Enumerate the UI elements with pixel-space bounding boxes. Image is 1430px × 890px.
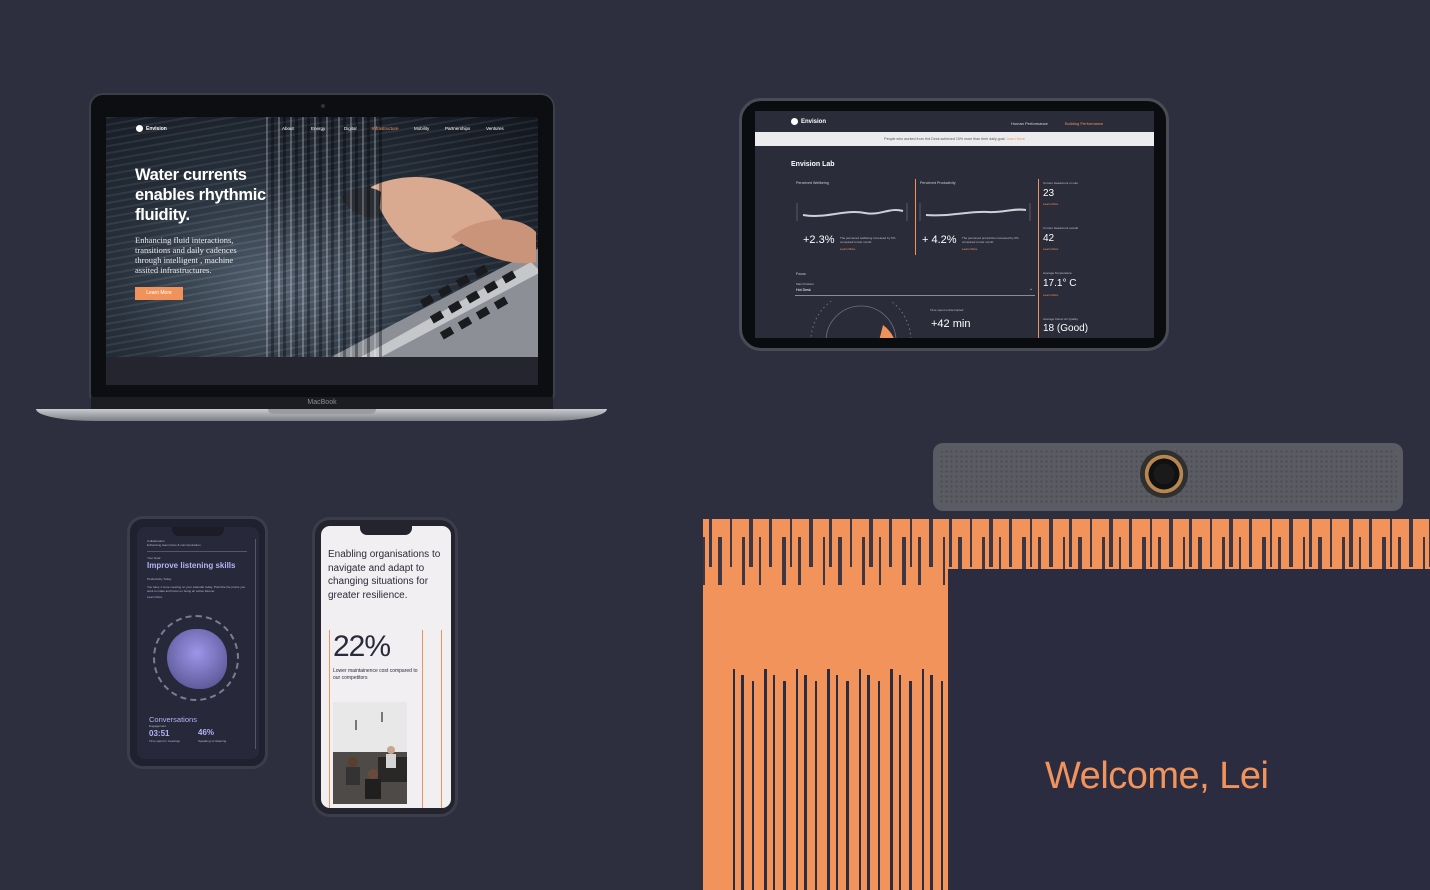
goal-link[interactable]: Learn More [147,595,162,599]
meeting-time-label: Time spent in meetings [149,739,180,743]
focus-dial-chart [810,301,912,338]
wellbeing-sparkline [796,203,908,221]
wellbeing-link[interactable]: Learn More [840,247,855,251]
stat-value: 23 [1043,188,1055,199]
stat-link[interactable]: Learn More [1043,293,1058,297]
learn-more-button[interactable]: Learn More [135,287,183,300]
phone-screen-collaboration: Collaboration Enhancing team focus & com… [137,527,259,759]
stat-label: Average Temperature [1043,271,1072,275]
speaking-percent-label: Speaking vs listening [198,739,227,743]
page-title: Envision Lab [791,161,835,168]
focus-sub-label: Main Position [796,282,815,286]
nav-digital[interactable]: Digital [344,126,357,131]
stat-link[interactable]: Learn More [1043,202,1058,206]
hero-section: Envision About Energy Digital Infrastruc… [106,117,538,357]
office-team-photo [333,702,407,804]
welcome-message: Welcome, Lei [1045,755,1269,797]
engagement-blob [167,629,227,689]
tab-building-performance[interactable]: Building Performance [1065,121,1103,126]
wellbeing-note: The perceived wellbeing increased by 5% … [840,236,896,244]
tablet-logo[interactable]: Envision [791,118,826,125]
productivity-link[interactable]: Learn More [962,247,977,251]
stat-value: 18 (Good) [1043,323,1089,334]
laptop-nav: Envision About Energy Digital Infrastruc… [106,123,538,135]
accent-line [329,630,330,808]
envision-logo[interactable]: Envision [136,125,167,132]
envision-logo-icon [136,125,143,132]
wellbeing-value: +2.3% [803,234,835,246]
time-uninterrupted-label: Time spent uninterrupted [930,308,964,312]
goal-kicker: Your Goal [147,556,161,560]
nav-energy[interactable]: Energy [311,126,325,131]
productivity-label: Perceived Productivity [920,181,956,185]
phone-notch [360,526,412,535]
laptop-hinge-notch [268,409,376,414]
conversations-title: Conversations [149,715,197,724]
divider [915,179,916,255]
accent-line [441,630,442,808]
nav-about[interactable]: About [282,126,294,131]
goal-sub: Productivity Today [147,577,172,581]
stat-percent: 22% [333,630,391,663]
time-uninterrupted-value: +42 min [931,318,971,330]
hero-title: Water currents enables rhythmic fluidity… [135,166,266,224]
goal-title: Improve listening skills [147,561,236,570]
collab-header-sub: Enhancing team focus & communication [147,543,201,547]
nav-mobility[interactable]: Mobility [414,126,429,131]
engagement-label: Engagement [149,724,167,728]
camera-lens-icon [1140,450,1188,498]
stat-link[interactable]: Learn More [1043,247,1058,251]
notification-banner: People who worked from Hot Desk achieved… [755,132,1154,146]
stat-caption: Lower maintainence cost compared to our … [333,668,418,681]
nav-partnerships[interactable]: Partnerships [445,126,470,131]
goal-body: You have 1 more meeting on your calendar… [147,585,246,593]
phone-screen-resilience: Enabling organisations to navigate and a… [321,526,451,808]
envision-logo-icon [791,118,798,125]
tab-human-performance[interactable]: Human Performance [1011,121,1048,126]
select-underline [795,295,1035,296]
banner-link[interactable]: Learn More [1006,137,1024,141]
hero-subtitle: Enhancing fluid interactions, transition… [135,235,237,275]
laptop-screen: Envision About Energy Digital Infrastruc… [106,117,538,385]
divider [1038,179,1039,338]
divider [255,539,256,749]
stat-label: Current Headcount on site [1043,181,1079,185]
stat-value: 42 [1043,233,1055,244]
accent-line [422,630,423,808]
meeting-time: 03:51 [149,729,170,738]
wellbeing-label: Perceived Wellbeing [796,181,829,185]
laptop-brand-label: MacBook [91,397,553,409]
productivity-note: The perceived productive increased by 6%… [962,236,1019,244]
nav-infrastructure[interactable]: Infrastructure [372,126,399,131]
chevron-down-icon[interactable]: ⌄ [1029,286,1033,292]
stat-label: Average Indoor Air Quality [1043,317,1078,321]
laptop-camera [321,104,325,108]
speaking-percent: 46% [198,728,215,737]
productivity-value: + 4.2% [922,234,957,246]
focus-select[interactable]: Hot Desk [796,288,811,292]
divider [147,551,247,552]
resilience-headline: Enabling organisations to navigate and a… [328,549,441,601]
productivity-sparkline [919,203,1031,221]
banner-text: People who worked from Hot Desk achieved… [884,137,1006,141]
phone-notch [172,527,224,536]
stripe-overlay [266,117,386,357]
stat-label: Current Headcount overall [1043,226,1079,230]
nav-ventures[interactable]: Ventures [486,126,504,131]
tablet-screen: Envision Human Performance Building Perf… [755,111,1154,338]
display-center-panel [948,569,1430,890]
focus-label: Focus [796,272,806,276]
display-screen: Welcome, Lei [703,519,1430,890]
tablet-nav: Envision Human Performance Building Perf… [755,111,1154,131]
stat-value: 17.1° C [1043,278,1077,289]
